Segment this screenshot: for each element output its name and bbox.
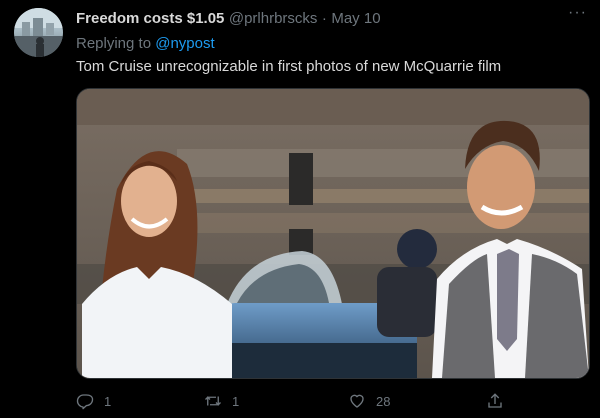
tweet-date[interactable]: May 10	[331, 10, 380, 27]
reply-count: 1	[104, 393, 112, 409]
retweet-icon	[205, 396, 221, 406]
replying-to: Replying to @nypost	[76, 35, 215, 52]
tweet-photo[interactable]	[76, 88, 590, 379]
more-icon[interactable]: ···	[568, 5, 586, 26]
tweet-actions: 1 1 28	[76, 389, 588, 413]
separator-dot: ·	[321, 10, 327, 27]
retweet-count: 1	[232, 393, 240, 409]
retweet-button[interactable]: 1	[204, 389, 239, 413]
like-button[interactable]: 28	[348, 389, 390, 413]
tweet[interactable]: Freedom costs $1.05 @prlhrbrscks · May 1…	[0, 0, 600, 418]
replying-to-mention[interactable]: @nypost	[155, 35, 214, 52]
replying-prefix: Replying to	[76, 35, 152, 52]
avatar[interactable]	[14, 8, 63, 57]
heart-icon	[350, 394, 364, 408]
tweet-text: Tom Cruise unrecognizable in first photo…	[76, 58, 502, 75]
display-name[interactable]: Freedom costs $1.05	[76, 10, 224, 27]
share-icon	[488, 393, 502, 408]
tweet-header: Freedom costs $1.05 @prlhrbrscks · May 1…	[76, 10, 600, 30]
user-handle[interactable]: @prlhrbrscks	[229, 10, 318, 27]
reply-icon	[76, 394, 94, 410]
reply-button[interactable]: 1	[76, 389, 111, 413]
share-button[interactable]	[486, 389, 504, 413]
like-count: 28	[376, 393, 391, 409]
